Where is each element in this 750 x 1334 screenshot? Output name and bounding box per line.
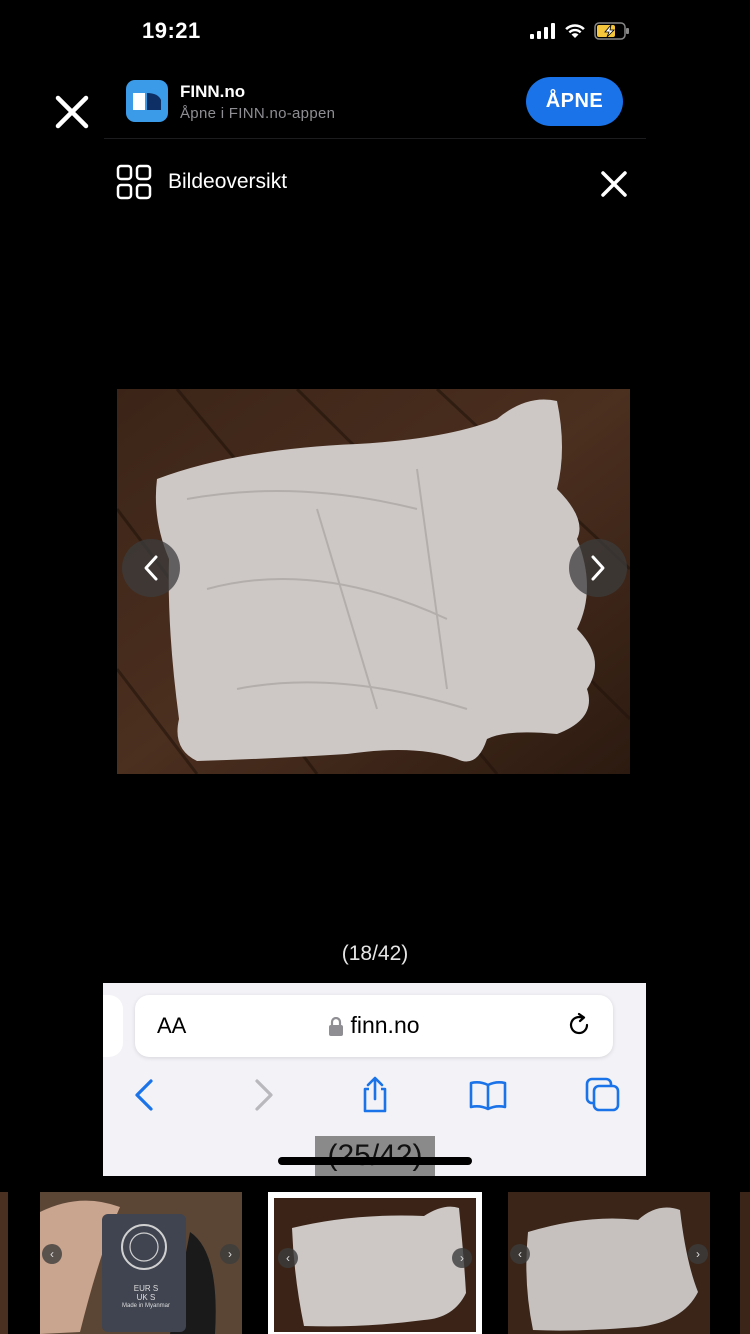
battery-charging-icon [594,22,629,40]
home-indicator[interactable] [278,1157,472,1165]
finn-app-icon [126,80,168,122]
bookmarks-icon[interactable] [468,1075,508,1115]
reload-icon[interactable] [565,1011,593,1039]
address-bar[interactable]: AA finn.no [135,995,613,1057]
gallery-close-icon[interactable] [600,170,628,198]
previous-tab-edge[interactable] [103,995,123,1057]
thumbnail-next-icon: › [688,1244,708,1264]
label-text: EUR S UK S Made in Myanmar [116,1284,176,1311]
label-line-uk: UK S [136,1293,156,1302]
chevron-left-icon [144,555,158,581]
signal-icon [530,23,555,39]
gallery-overview-title[interactable]: Bildeoversikt [168,170,287,194]
forward-icon[interactable] [243,1075,283,1115]
tabs-icon[interactable] [583,1075,623,1115]
status-icons [530,22,630,40]
lock-icon [329,1016,344,1036]
banner-divider [104,138,646,139]
label-line-eur: EUR S [133,1284,159,1293]
thumbnail-next[interactable]: ‹ › [508,1192,710,1334]
share-icon[interactable] [355,1075,395,1115]
thumbnail-prev-icon: ‹ [278,1248,298,1268]
thumbnail-partial-right[interactable] [740,1192,750,1334]
thumbnail-label[interactable]: EUR S UK S Made in Myanmar ‹ › [40,1192,242,1334]
thumbnail-partial-left[interactable] [0,1192,8,1334]
thumbnail-next-icon: › [220,1244,240,1264]
wifi-icon [565,24,585,38]
app-name: FINN.no [180,82,246,101]
url-display[interactable]: finn.no [135,1012,613,1039]
label-line-origin: Made in Myanmar [121,1303,171,1309]
url-text: finn.no [350,1012,420,1038]
thumbnail-prev-icon: ‹ [510,1244,530,1264]
thumbnail-next-icon: › [452,1248,472,1268]
image-grid-icon[interactable] [116,164,152,200]
thumbnail-prev-icon: ‹ [42,1244,62,1264]
app-subtitle: Åpne i FINN.no-appen [180,105,336,122]
chevron-right-icon [591,555,605,581]
previous-image-button[interactable] [122,539,180,597]
thumbnail-counter: (25/42) [315,1136,435,1176]
image-counter: (18/42) [341,942,409,965]
status-time: 19:21 [142,18,201,43]
open-app-button[interactable]: ÅPNE [526,77,623,126]
next-image-button[interactable] [569,539,627,597]
main-photo[interactable] [117,389,630,774]
back-icon[interactable] [125,1075,165,1115]
banner-close-icon[interactable] [52,92,92,132]
thumbnail-selected[interactable]: ‹ › [268,1192,482,1334]
